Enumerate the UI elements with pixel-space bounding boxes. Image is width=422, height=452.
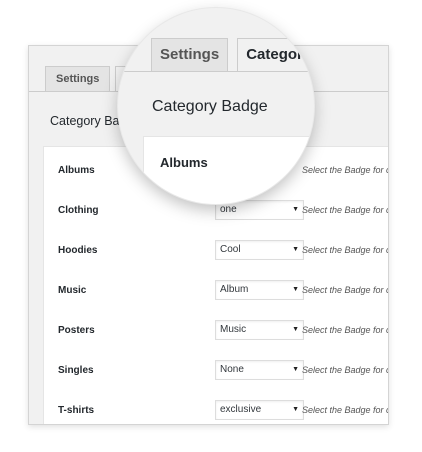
row-hint: Select the Badge for c [302,325,389,335]
table-row: Singles None ▼ Select the Badge for c [44,359,388,385]
badge-select[interactable]: None ▼ [215,360,304,380]
badge-select[interactable]: Cool ▼ [215,240,304,260]
caret-down-icon: ▼ [292,246,299,253]
table-row: Hoodies Cool ▼ Select the Badge for c [44,239,388,265]
row-label: Albums [58,165,95,176]
magnified-tab-category: Category [237,38,314,71]
magnified-section-title: Category Badge [152,98,268,115]
magnified-row-label: Albums [160,155,208,170]
badge-select[interactable]: Music ▼ [215,320,304,340]
select-value: Music [220,324,247,335]
row-hint: Select the Badge for c [302,165,389,175]
tab-settings[interactable]: Settings [45,66,111,91]
row-label: Hoodies [58,245,98,256]
badge-select[interactable]: Album ▼ [215,280,304,300]
row-hint: Select the Badge for c [302,285,389,295]
magnified-tab-bar: Settings Category [151,38,314,71]
row-hint: Select the Badge for c [302,365,389,375]
row-label: Music [58,285,87,296]
magnified-tab-divider [118,71,314,72]
row-label: Singles [58,365,94,376]
caret-down-icon: ▼ [292,366,299,373]
select-value: Album [220,284,249,295]
magnifier-lens: Settings Category Category Badge Albums [118,8,314,204]
select-value: exclusive [220,404,262,415]
table-row: T-shirts exclusive ▼ Select the Badge fo… [44,399,389,424]
select-value: None [220,364,244,375]
row-label: Posters [58,325,95,336]
row-hint: Select the Badge for c [302,245,389,255]
table-row: Posters Music ▼ Select the Badge for c [44,319,388,345]
row-hint: Select the Badge for c [302,405,389,415]
select-value: Cool [220,244,241,255]
caret-down-icon: ▼ [292,286,299,293]
caret-down-icon: ▼ [292,326,299,333]
magnified-tab-settings: Settings [151,38,229,71]
row-label: Clothing [58,205,99,216]
table-row: Music Album ▼ Select the Badge for c [44,279,388,305]
magnified-panel: Albums [143,136,314,204]
caret-down-icon: ▼ [292,406,299,413]
row-label: T-shirts [58,405,95,416]
row-hint: Select the Badge for c [302,205,389,215]
badge-select[interactable]: exclusive ▼ [215,400,304,420]
section-title: Category Bad [50,114,127,128]
